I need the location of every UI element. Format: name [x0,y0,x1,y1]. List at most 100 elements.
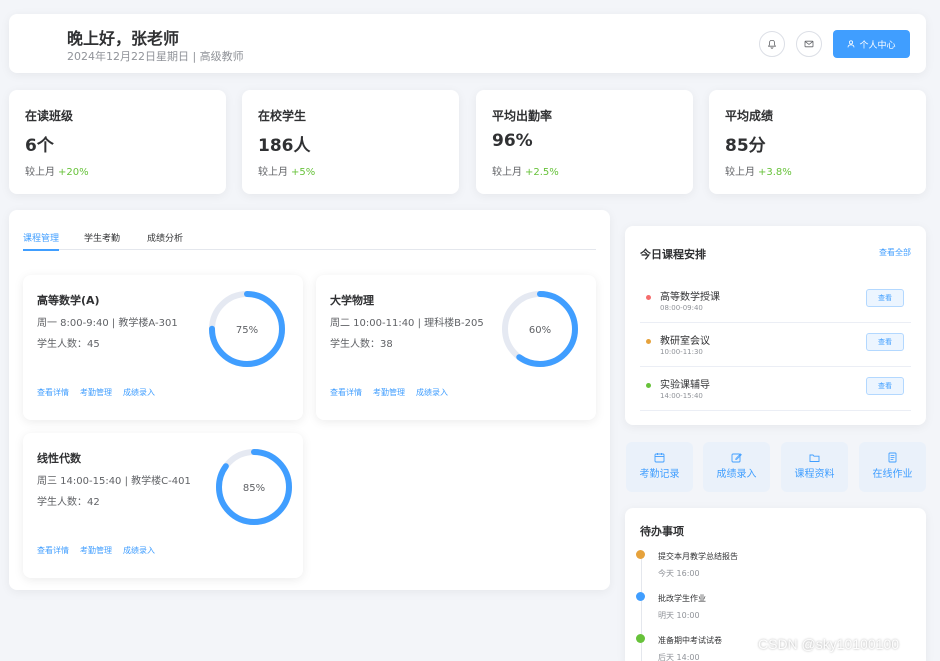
progress-ring: 85% [216,449,292,525]
notification-button[interactable] [759,31,785,57]
tab-score-analysis[interactable]: 成绩分析 [147,231,183,244]
view-button[interactable]: 查看 [866,377,904,395]
quick-action-course-materials[interactable]: 课程资料 [781,442,848,492]
quick-action-label: 在线作业 [872,469,913,480]
schedule-time: 08:00-09:40 [660,304,703,312]
user-icon [848,40,855,48]
course-time: 周三 14:00-15:40 | 教学楼C-401 [37,476,191,487]
stat-label: 在读班级 [25,109,74,123]
score-entry-link[interactable]: 成绩录入 [123,545,155,556]
view-button[interactable]: 查看 [866,289,904,307]
todo-item-time: 今天 16:00 [658,569,700,578]
status-dot [646,339,651,344]
schedule-title: 高等数学授课 [660,292,720,303]
score-entry-link[interactable]: 成绩录入 [416,387,448,398]
stat-card-score: 平均成绩 85分 较上月 +3.8% [709,90,926,194]
message-button[interactable] [796,31,822,57]
course-actions: 查看详情 考勤管理 成绩录入 [37,545,155,556]
view-details-link[interactable]: 查看详情 [330,387,362,398]
document-icon [888,452,897,463]
bell-icon [767,39,777,49]
today-schedule-title: 今日课程安排 [640,248,706,261]
quick-action-online-homework[interactable]: 在线作业 [859,442,926,492]
stat-compare: 较上月 +5% [258,163,315,178]
stat-label: 平均出勤率 [492,109,553,123]
quick-action-label: 成绩录入 [716,469,757,480]
stat-change: +3.8% [758,167,792,178]
todo-item-time: 明天 10:00 [658,611,700,620]
profile-center-button[interactable]: 个人中心 [833,30,910,58]
greeting-title: 晚上好，张老师 [67,29,180,48]
course-actions: 查看详情 考勤管理 成绩录入 [330,387,448,398]
header-card: 晚上好，张老师 2024年12月22日星期日 | 高级教师 个人中心 [9,14,926,73]
timeline-dot [636,592,645,601]
quick-action-attendance-records[interactable]: 考勤记录 [626,442,693,492]
course-card[interactable]: 高等数学(A) 周一 8:00-9:40 | 教学楼A-301 学生人数：45 … [23,275,303,420]
tab-bar: 课程管理 学生考勤 成绩分析 [23,228,596,251]
todo-title: 待办事项 [640,525,684,538]
stat-change: +2.5% [525,167,559,178]
quick-action-label: 课程资料 [794,469,835,480]
stat-card-classes: 在读班级 6个 较上月 +20% [9,90,226,194]
compare-label: 较上月 [725,167,755,178]
stat-change: +20% [58,167,89,178]
course-name: 线性代数 [37,452,81,465]
course-card[interactable]: 大学物理 周二 10:00-11:40 | 理科楼B-205 学生人数：38 6… [316,275,596,420]
course-name: 高等数学(A) [37,294,100,307]
schedule-item: 高等数学授课 08:00-09:40 查看 [640,280,911,323]
schedule-time: 14:00-15:40 [660,392,703,400]
view-details-link[interactable]: 查看详情 [37,545,69,556]
progress-label: 75% [236,325,258,336]
stat-compare: 较上月 +20% [25,163,89,178]
schedule-title: 实验课辅导 [660,380,710,391]
view-details-link[interactable]: 查看详情 [37,387,69,398]
profile-center-label: 个人中心 [859,40,896,51]
compare-label: 较上月 [258,167,288,178]
progress-label: 85% [243,483,265,494]
attendance-manage-link[interactable]: 考勤管理 [80,387,112,398]
calendar-icon [654,453,665,463]
stat-compare: 较上月 +3.8% [725,163,792,178]
progress-ring: 75% [209,291,285,367]
stat-card-students: 在校学生 186人 较上月 +5% [242,90,459,194]
tab-course-management[interactable]: 课程管理 [23,231,60,251]
status-dot [646,295,651,300]
course-actions: 查看详情 考勤管理 成绩录入 [37,387,155,398]
stat-value: 85分 [725,136,766,156]
course-name: 大学物理 [330,294,374,307]
today-schedule-panel: 今日课程安排 查看全部 高等数学授课 08:00-09:40 查看 教研室会议 … [625,226,926,425]
schedule-item: 教研室会议 10:00-11:30 查看 [640,324,911,367]
stat-value: 6个 [25,136,54,156]
stat-card-attendance: 平均出勤率 96% 较上月 +2.5% [476,90,693,194]
timeline-dot [636,550,645,559]
course-card[interactable]: 线性代数 周三 14:00-15:40 | 教学楼C-401 学生人数：42 8… [23,433,303,578]
schedule-item: 实验课辅导 14:00-15:40 查看 [640,368,911,411]
compare-label: 较上月 [492,167,522,178]
watermark: CSDN @sky10100100 [758,636,900,652]
todo-item-time: 后天 14:00 [658,653,700,661]
attendance-manage-link[interactable]: 考勤管理 [373,387,405,398]
attendance-manage-link[interactable]: 考勤管理 [80,545,112,556]
status-dot [646,383,651,388]
view-button[interactable]: 查看 [866,333,904,351]
stat-change: +5% [291,167,316,178]
progress-ring: 60% [502,291,578,367]
todo-item-title: 批改学生作业 [658,594,706,603]
edit-icon [731,453,742,463]
quick-action-label: 考勤记录 [639,469,680,480]
course-time: 周一 8:00-9:40 | 教学楼A-301 [37,318,178,329]
timeline-dot [636,634,645,643]
timeline-line [641,556,642,661]
tab-student-attendance[interactable]: 学生考勤 [84,231,120,244]
view-all-link[interactable]: 查看全部 [879,247,911,258]
schedule-time: 10:00-11:30 [660,348,703,356]
compare-label: 较上月 [25,167,55,178]
stat-value: 186人 [258,136,311,156]
quick-action-score-entry[interactable]: 成绩录入 [703,442,770,492]
mail-icon [804,40,814,48]
stat-label: 在校学生 [258,109,307,123]
score-entry-link[interactable]: 成绩录入 [123,387,155,398]
course-students: 学生人数：45 [37,339,100,350]
todo-item-title: 准备期中考试试卷 [658,636,722,645]
progress-label: 60% [529,325,551,336]
